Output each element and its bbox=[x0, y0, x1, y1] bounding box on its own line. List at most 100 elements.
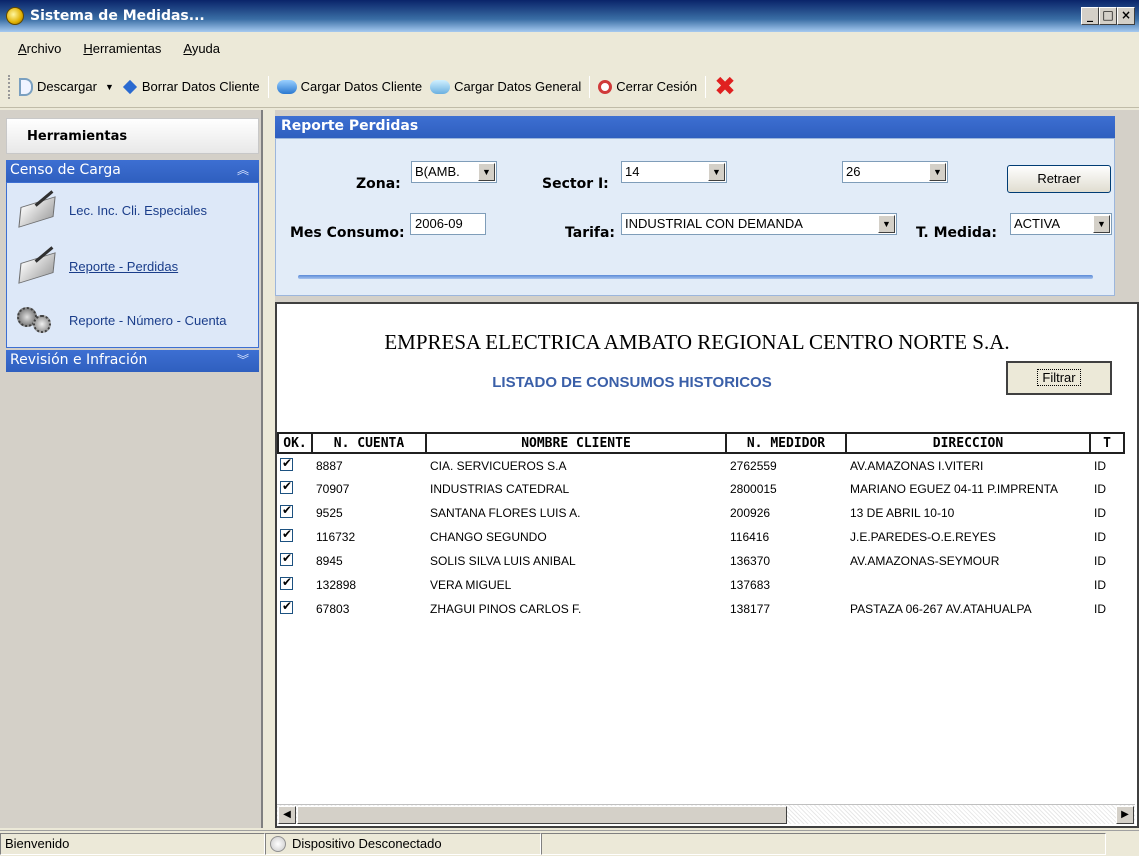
sidebar-item-reporte-perdidas[interactable]: Reporte - Perdidas bbox=[15, 247, 178, 285]
table-row[interactable]: 67803 ZHAGUI PINOS CARLOS F. 138177 PASTAZA… bbox=[278, 597, 1124, 621]
chevron-down-icon[interactable]: ▼ bbox=[929, 163, 946, 181]
column-header-ok[interactable]: OK. bbox=[277, 432, 313, 454]
chevron-down-icon[interactable]: ▼ bbox=[1093, 215, 1110, 233]
toolbar-grip[interactable] bbox=[8, 74, 11, 99]
cell-cuenta: 132898 bbox=[316, 578, 357, 592]
minimize-button[interactable]: _ bbox=[1081, 7, 1099, 25]
descargar-button[interactable]: Descargar ▼ bbox=[15, 77, 118, 96]
cerrar-cesion-button[interactable]: Cerrar Cesión bbox=[594, 79, 701, 94]
dropdown-arrow-icon[interactable]: ▼ bbox=[105, 82, 114, 92]
scroll-right-icon[interactable]: ▶ bbox=[1116, 806, 1134, 824]
gears-icon bbox=[15, 301, 61, 339]
cell-direccion: AV.AMAZONAS-SEYMOUR bbox=[850, 554, 1000, 568]
filter-panel: Zona: B(AMB. ▼ Sector I: 14 ▼ 26 ▼ Retra… bbox=[275, 138, 1115, 296]
column-header-direccion[interactable]: DIRECCION bbox=[845, 432, 1091, 454]
tarifa-label: Tarifa: bbox=[565, 225, 616, 241]
sector-label: Sector I: bbox=[542, 176, 609, 192]
chevron-down-icon[interactable]: ▼ bbox=[878, 215, 895, 233]
checked-checkbox-icon[interactable] bbox=[280, 599, 293, 614]
status-bar: Bienvenido Dispositivo Desconectado bbox=[0, 830, 1139, 856]
checked-checkbox-icon[interactable] bbox=[280, 456, 293, 471]
cell-nombre: SANTANA FLORES LUIS A. bbox=[430, 506, 581, 520]
cell-nombre: SOLIS SILVA LUIS ANIBAL bbox=[430, 554, 576, 568]
column-header-t[interactable]: T bbox=[1089, 432, 1125, 454]
cell-nombre: CIA. SERVICUEROS S.A bbox=[430, 458, 567, 473]
column-header-cuenta[interactable]: N. CUENTA bbox=[311, 432, 427, 454]
cargar-cliente-label: Cargar Datos Cliente bbox=[300, 79, 423, 94]
sector-value: 14 bbox=[625, 164, 640, 179]
scroll-thumb[interactable] bbox=[297, 806, 787, 824]
close-button[interactable]: × bbox=[1117, 7, 1135, 25]
report-pane: Reporte Perdidas Zona: B(AMB. ▼ Sector I… bbox=[275, 110, 1139, 828]
horizontal-scrollbar[interactable]: ◀ ▶ bbox=[277, 804, 1135, 824]
cell-cuenta: 9525 bbox=[316, 506, 343, 520]
cell-t: ID bbox=[1094, 602, 1106, 616]
column-header-nombre[interactable]: NOMBRE CLIENTE bbox=[425, 432, 727, 454]
checked-checkbox-icon[interactable] bbox=[280, 527, 293, 542]
zona-combo[interactable]: B(AMB. ▼ bbox=[411, 161, 497, 183]
row-checkbox[interactable] bbox=[278, 501, 312, 525]
sidebar-item-reporte-numero-cuenta[interactable]: Reporte - Número - Cuenta bbox=[15, 301, 227, 339]
app-window: Sistema de Medidas... _ □ × Archivo Herr… bbox=[0, 0, 1139, 856]
group-censo-de-carga[interactable]: Censo de Carga ︽ bbox=[6, 160, 259, 182]
group-revision-infracion[interactable]: Revisión e Infración ︾ bbox=[6, 350, 259, 372]
cell-direccion bbox=[846, 573, 1090, 597]
menu-archivo[interactable]: Archivo bbox=[18, 41, 61, 56]
borrar-datos-cliente-button[interactable]: Borrar Datos Cliente bbox=[118, 79, 264, 94]
checked-checkbox-icon[interactable] bbox=[280, 503, 293, 518]
mes-consumo-field[interactable]: 2006-09 bbox=[410, 213, 486, 235]
chevron-down-icon[interactable]: ▼ bbox=[478, 163, 495, 181]
device-status-text: Dispositivo Desconectado bbox=[292, 836, 442, 851]
column-header-medidor[interactable]: N. MEDIDOR bbox=[725, 432, 847, 454]
row-checkbox[interactable] bbox=[278, 525, 312, 549]
sector2-value: 26 bbox=[846, 164, 861, 179]
cargar-datos-general-button[interactable]: Cargar Datos General bbox=[426, 79, 585, 94]
row-checkbox[interactable] bbox=[278, 549, 312, 573]
expand-chevron-icon[interactable]: ︾ bbox=[237, 351, 249, 368]
maximize-button[interactable]: □ bbox=[1099, 7, 1117, 25]
group-censo-body: Lec. Inc. Cli. Especiales Reporte - Perd… bbox=[6, 182, 259, 348]
row-checkbox[interactable] bbox=[278, 453, 312, 477]
cargar-datos-cliente-button[interactable]: Cargar Datos Cliente bbox=[273, 79, 426, 94]
table-row[interactable]: 116732 CHANGO SEGUNDO 116416 J.E.PAREDES-O.… bbox=[278, 525, 1124, 549]
collapse-chevron-icon[interactable]: ︽ bbox=[237, 161, 249, 178]
table-row[interactable]: 8945 SOLIS SILVA LUIS ANIBAL 136370 AV.AMAZ… bbox=[278, 549, 1124, 573]
cell-t: ID bbox=[1094, 506, 1106, 520]
zona-label: Zona: bbox=[356, 176, 401, 192]
checked-checkbox-icon[interactable] bbox=[280, 575, 293, 590]
divider bbox=[298, 275, 1093, 279]
cloud-icon bbox=[276, 79, 297, 94]
cell-cuenta: 67803 bbox=[316, 602, 350, 616]
cell-direccion: PASTAZA 06-267 AV.ATAHUALPA bbox=[850, 602, 1032, 616]
table-row[interactable]: 70907 INDUSTRIAS CATEDRAL 2800015 MARIANO E… bbox=[278, 477, 1124, 501]
scroll-left-icon[interactable]: ◀ bbox=[278, 806, 296, 824]
tools-sidebar: Herramientas Censo de Carga ︽ Lec. Inc. … bbox=[0, 110, 263, 828]
tarifa-combo[interactable]: INDUSTRIAL CON DEMANDA ▼ bbox=[621, 213, 897, 235]
document-pen-icon bbox=[15, 247, 61, 285]
sidebar-item-lec-inc[interactable]: Lec. Inc. Cli. Especiales bbox=[15, 191, 207, 229]
checked-checkbox-icon[interactable] bbox=[280, 551, 293, 566]
menu-herramientas[interactable]: Herramientas bbox=[83, 41, 161, 56]
sector-combo[interactable]: 14 ▼ bbox=[621, 161, 727, 183]
t-medida-combo[interactable]: ACTIVA ▼ bbox=[1010, 213, 1112, 235]
filtrar-button[interactable]: Filtrar bbox=[1006, 361, 1112, 395]
cell-t: ID bbox=[1094, 554, 1106, 568]
checked-checkbox-icon[interactable] bbox=[280, 479, 293, 494]
menu-ayuda[interactable]: Ayuda bbox=[183, 41, 220, 56]
table-row[interactable]: 132898 VERA MIGUEL 137683 ID bbox=[278, 573, 1124, 597]
cloud-icon bbox=[430, 79, 451, 94]
descargar-label: Descargar bbox=[37, 79, 97, 94]
chevron-down-icon[interactable]: ▼ bbox=[708, 163, 725, 181]
sector2-combo[interactable]: 26 ▼ bbox=[842, 161, 948, 183]
retraer-button[interactable]: Retraer bbox=[1007, 165, 1111, 193]
report-subtitle: LISTADO DE CONSUMOS HISTORICOS bbox=[492, 374, 772, 391]
cell-nombre: ZHAGUI PINOS CARLOS F. bbox=[430, 602, 582, 616]
table-row[interactable]: 8887 CIA. SERVICUEROS S.A 2762559 AV.AMAZON… bbox=[278, 453, 1124, 477]
row-checkbox[interactable] bbox=[278, 477, 312, 501]
exit-button[interactable]: ✖ bbox=[710, 74, 740, 100]
row-checkbox[interactable] bbox=[278, 573, 312, 597]
table-row[interactable]: 9525 SANTANA FLORES LUIS A. 200926 13 DE AB… bbox=[278, 501, 1124, 525]
cell-medidor: 116416 bbox=[730, 530, 770, 544]
cell-medidor: 138177 bbox=[730, 602, 771, 616]
row-checkbox[interactable] bbox=[278, 597, 312, 621]
